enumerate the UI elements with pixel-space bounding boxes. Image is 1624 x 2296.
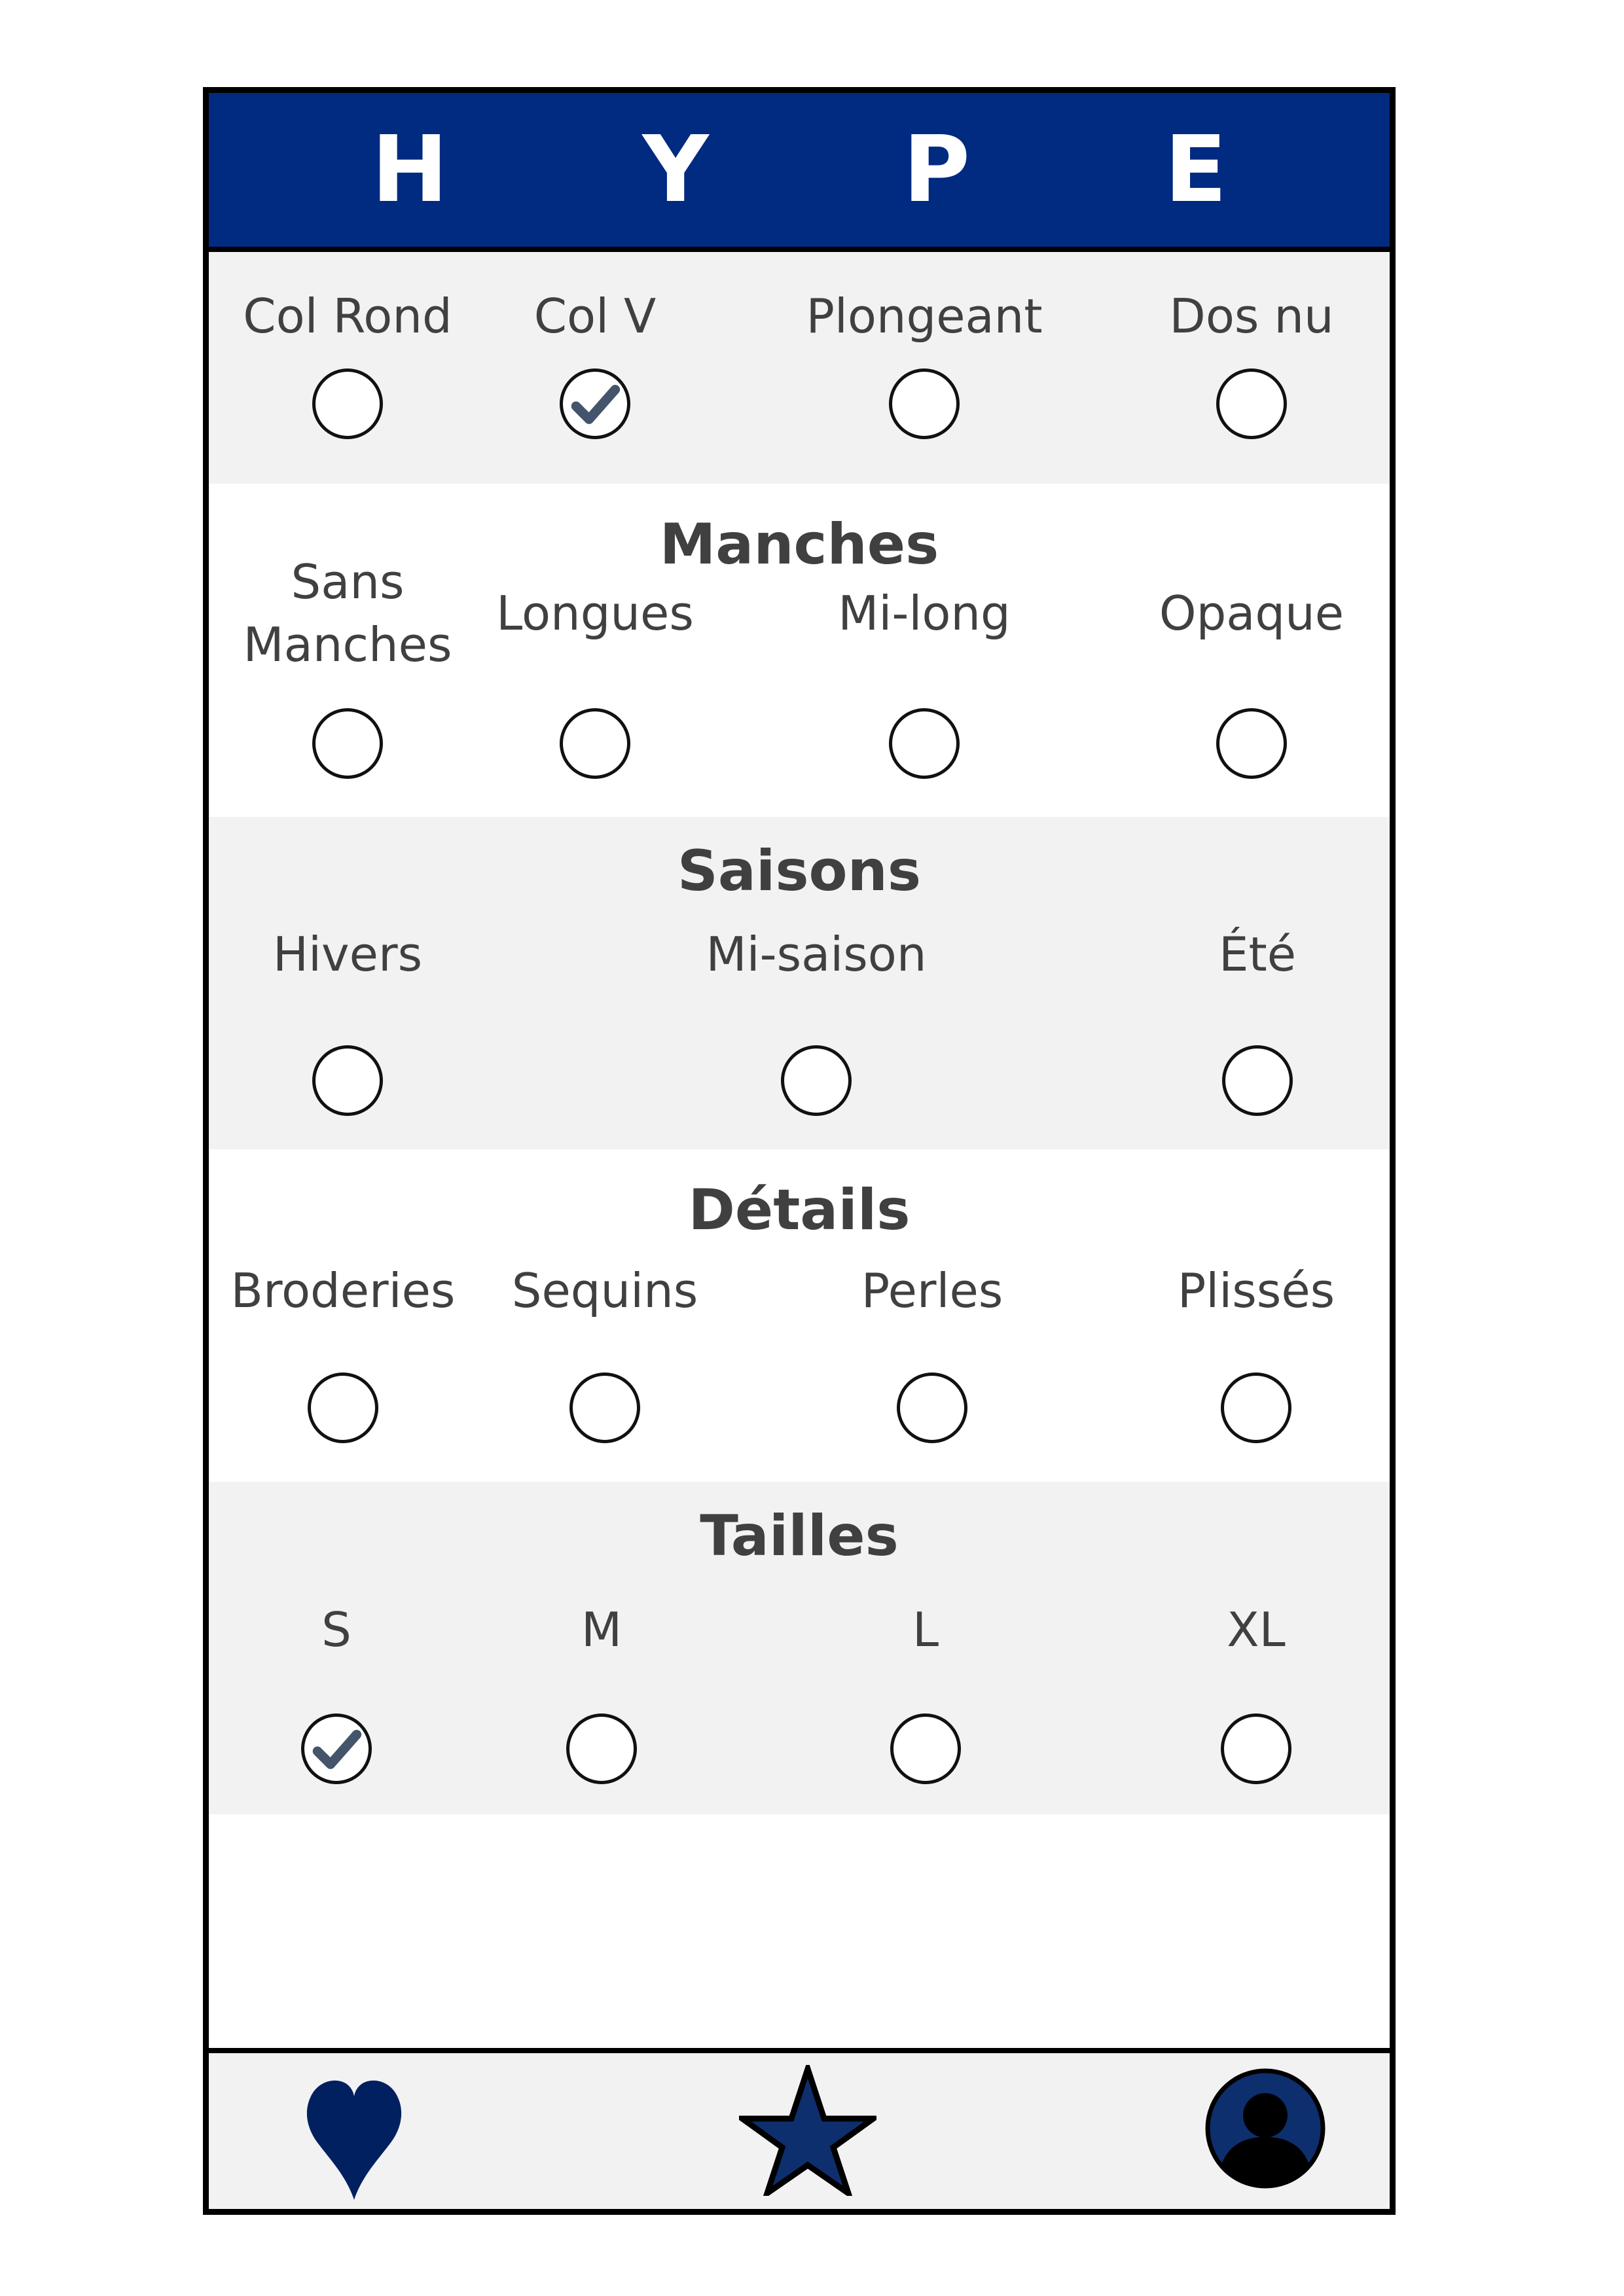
option-label: Plongeant [806, 289, 1043, 344]
option-label: Sequins [511, 1263, 698, 1318]
option-radio[interactable] [1221, 1372, 1291, 1443]
section-manches: Manches Sans Manches Longues Mi-long Opaque [209, 484, 1390, 817]
bottom-nav [209, 2048, 1390, 2209]
profile-icon[interactable] [1203, 2066, 1327, 2191]
section-tailles: Tailles S M L XL [209, 1482, 1390, 1814]
option-radio[interactable] [1216, 708, 1287, 779]
checkmark-icon [312, 1729, 362, 1769]
option-radio[interactable] [1216, 368, 1287, 439]
section-details: Détails Broderies Sequins Perles Plissés [209, 1149, 1390, 1482]
app-header: H Y P E [209, 93, 1390, 252]
option-radio[interactable] [897, 1372, 967, 1443]
option-radio[interactable] [566, 1713, 637, 1784]
option-radio[interactable] [301, 1713, 372, 1784]
option-label: XL [1227, 1602, 1286, 1657]
star-icon[interactable] [739, 2065, 876, 2196]
option-label: Perles [861, 1263, 1003, 1318]
option-radio[interactable] [560, 368, 630, 439]
option-label: Longues [496, 586, 694, 641]
section-title: Détails [688, 1177, 911, 1243]
option-label: S [321, 1602, 352, 1657]
option-label: Mi-long [838, 586, 1011, 641]
option-radio[interactable] [312, 368, 383, 439]
option-radio[interactable] [308, 1372, 378, 1443]
heart-icon[interactable] [305, 2072, 403, 2200]
app-title: H Y P E [371, 117, 1308, 223]
section-title: Saisons [677, 838, 922, 904]
option-label: Plissés [1177, 1263, 1335, 1318]
option-label: Broderies [230, 1263, 456, 1318]
section-saisons: Saisons Hivers Mi-saison Été [209, 817, 1390, 1149]
option-radio[interactable] [560, 708, 630, 779]
option-label: Été [1218, 927, 1297, 982]
option-radio[interactable] [781, 1045, 852, 1116]
section-neckline: Col Rond Col V Plongeant Dos nu [209, 252, 1390, 484]
option-label: Col Rond [243, 289, 452, 344]
option-radio[interactable] [890, 1713, 961, 1784]
option-radio[interactable] [312, 708, 383, 779]
option-label: L [912, 1602, 939, 1657]
option-radio[interactable] [1222, 1045, 1293, 1116]
option-label: Col V [533, 289, 657, 344]
option-radio[interactable] [889, 708, 960, 779]
option-label: Hivers [272, 927, 423, 982]
option-radio[interactable] [889, 368, 960, 439]
option-label: Opaque [1159, 586, 1344, 641]
option-radio[interactable] [1221, 1713, 1291, 1784]
section-title: Tailles [700, 1503, 899, 1569]
option-label: Mi-saison [706, 927, 927, 982]
checkmark-icon [571, 384, 621, 424]
option-label: Sans Manches [243, 554, 452, 672]
phone-screen: H Y P E Col Rond Col V Plongeant Dos nu Manc… [203, 87, 1396, 2215]
option-radio[interactable] [569, 1372, 640, 1443]
option-radio[interactable] [312, 1045, 383, 1116]
option-label: Dos nu [1169, 289, 1334, 344]
option-label: M [581, 1602, 623, 1657]
